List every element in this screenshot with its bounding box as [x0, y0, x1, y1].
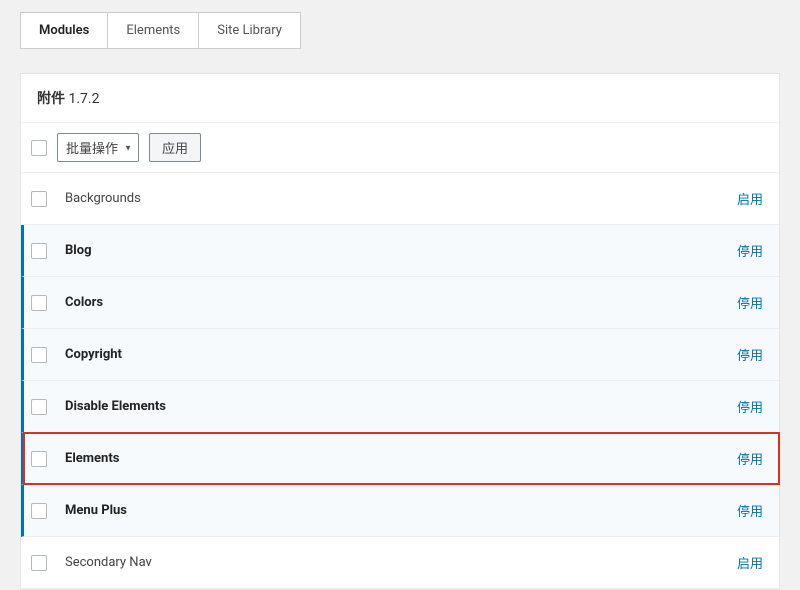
module-row: Colors停用 [21, 277, 779, 329]
row-checkbox[interactable] [31, 243, 47, 259]
modules-panel: 附件 1.7.2 批量操作 应用 Backgrounds启用Blog停用Colo… [20, 73, 780, 590]
tab-modules[interactable]: Modules [20, 12, 108, 49]
tab-site-library[interactable]: Site Library [198, 12, 301, 49]
select-all-checkbox[interactable] [31, 140, 47, 156]
module-rows: Backgrounds启用Blog停用Colors停用Copyright停用Di… [21, 173, 779, 589]
page-container: ModulesElementsSite Library 附件 1.7.2 批量操… [0, 0, 800, 569]
deactivate-link[interactable]: 停用 [737, 241, 763, 260]
module-name: Menu Plus [65, 503, 737, 518]
bulk-action-select-label: 批量操作 [66, 142, 118, 157]
module-row: Backgrounds启用 [21, 173, 779, 225]
module-name: Backgrounds [65, 191, 737, 206]
bulk-apply-button[interactable]: 应用 [149, 133, 201, 162]
activate-link[interactable]: 启用 [737, 189, 763, 208]
tab-elements[interactable]: Elements [107, 12, 199, 49]
bulk-action-bar: 批量操作 应用 [21, 123, 779, 173]
module-name: Secondary Nav [65, 555, 737, 570]
module-row: Menu Plus停用 [21, 485, 779, 537]
bulk-action-select[interactable]: 批量操作 [57, 133, 139, 162]
module-name: Disable Elements [65, 399, 737, 414]
deactivate-link[interactable]: 停用 [737, 449, 763, 468]
row-checkbox[interactable] [31, 451, 47, 467]
deactivate-link[interactable]: 停用 [737, 501, 763, 520]
module-row: Copyright停用 [21, 329, 779, 381]
panel-title-bold: 附件 [37, 91, 65, 107]
row-checkbox[interactable] [31, 295, 47, 311]
deactivate-link[interactable]: 停用 [737, 345, 763, 364]
module-row: Blog停用 [21, 225, 779, 277]
module-name: Copyright [65, 347, 737, 362]
panel-title-version: 1.7.2 [68, 91, 99, 107]
module-name: Elements [65, 451, 737, 466]
module-row: Secondary Nav启用 [21, 537, 779, 589]
row-checkbox[interactable] [31, 503, 47, 519]
deactivate-link[interactable]: 停用 [737, 397, 763, 416]
deactivate-link[interactable]: 停用 [737, 293, 763, 312]
row-checkbox[interactable] [31, 555, 47, 571]
module-name: Blog [65, 243, 737, 258]
activate-link[interactable]: 启用 [737, 553, 763, 572]
module-name: Colors [65, 295, 737, 310]
row-checkbox[interactable] [31, 399, 47, 415]
module-row: Elements停用 [21, 433, 779, 485]
tabs-bar: ModulesElementsSite Library [20, 12, 780, 49]
row-checkbox[interactable] [31, 347, 47, 363]
row-checkbox[interactable] [31, 191, 47, 207]
panel-title: 附件 1.7.2 [21, 74, 779, 123]
module-row: Disable Elements停用 [21, 381, 779, 433]
